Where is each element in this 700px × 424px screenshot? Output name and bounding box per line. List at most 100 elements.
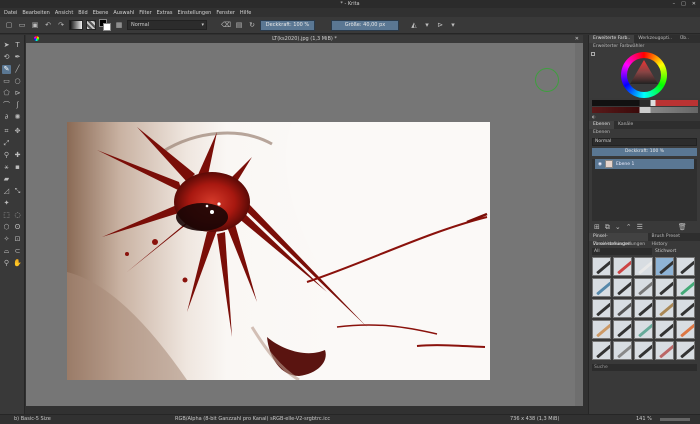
menu-filter[interactable]: Filter bbox=[139, 10, 151, 16]
tab-channels[interactable]: Kanäle bbox=[614, 121, 637, 129]
brush-preset-selected[interactable] bbox=[655, 257, 674, 276]
gradient-selector[interactable] bbox=[69, 20, 83, 30]
polyline-tool-icon[interactable]: ⊳ bbox=[13, 89, 22, 98]
brush-preset[interactable] bbox=[655, 320, 674, 339]
close-icon[interactable]: ✕ bbox=[692, 0, 696, 8]
brush-preset[interactable] bbox=[655, 299, 674, 318]
layer-row[interactable]: ◉ Ebene 1 bbox=[595, 159, 694, 169]
new-document-icon[interactable]: ▢ bbox=[4, 20, 14, 30]
layer-opacity-slider[interactable]: Deckkraft: 100 % bbox=[592, 148, 697, 156]
canvas-color-icon[interactable] bbox=[34, 36, 39, 41]
tab-brush-preset-history[interactable]: Brush Preset History bbox=[648, 233, 700, 247]
blend-mode-select[interactable]: Normal bbox=[127, 20, 207, 30]
mirror-dropdown-icon[interactable]: ▾ bbox=[422, 20, 432, 30]
preset-tag-label[interactable]: Stichwort bbox=[655, 248, 676, 255]
brush-preset[interactable] bbox=[613, 299, 632, 318]
crop-tool-icon[interactable]: ⌗ bbox=[2, 127, 11, 136]
brush-preset[interactable] bbox=[655, 341, 674, 360]
undo-icon[interactable]: ↶ bbox=[43, 20, 53, 30]
preset-search-input[interactable]: Suche bbox=[592, 364, 697, 371]
measure-tool-icon[interactable]: ◿ bbox=[2, 187, 11, 196]
brush-preset[interactable] bbox=[634, 320, 653, 339]
menu-ansicht[interactable]: Ansicht bbox=[55, 10, 73, 16]
freehand-select-tool-icon[interactable]: ʘ bbox=[13, 223, 22, 232]
brush-preset[interactable] bbox=[634, 257, 653, 276]
transform-tool-icon[interactable]: ⤢ bbox=[2, 139, 11, 148]
reload-preset-icon[interactable]: ↻ bbox=[247, 20, 257, 30]
color-reset-icon[interactable]: ◐ bbox=[589, 114, 700, 119]
brush-preset[interactable] bbox=[592, 278, 611, 297]
save-icon[interactable]: ▣ bbox=[30, 20, 40, 30]
edit-shape-tool-icon[interactable]: ⟲ bbox=[2, 53, 11, 62]
brush-preset[interactable] bbox=[634, 341, 653, 360]
menu-datei[interactable]: Datei bbox=[4, 10, 17, 16]
brush-preset[interactable] bbox=[613, 320, 632, 339]
polygon-tool-icon[interactable]: ⬠ bbox=[2, 89, 11, 98]
layer-blend-select[interactable]: Normal bbox=[592, 138, 697, 146]
menu-auswahl[interactable]: Auswahl bbox=[113, 10, 134, 16]
brush-preset[interactable] bbox=[676, 257, 695, 276]
maximize-icon[interactable]: □ bbox=[681, 0, 686, 8]
size-slider[interactable]: Größe: 40,00 px bbox=[331, 19, 399, 31]
brush-preset[interactable] bbox=[613, 257, 632, 276]
contiguous-select-tool-icon[interactable]: ✧ bbox=[2, 235, 11, 244]
brush-preset[interactable] bbox=[592, 257, 611, 276]
vertical-scrollbar[interactable] bbox=[575, 43, 583, 406]
menu-bearbeiten[interactable]: Bearbeiten bbox=[22, 10, 49, 16]
tab-brush-presets[interactable]: Pinsel-Voreinstellungen bbox=[589, 233, 648, 247]
close-document-icon[interactable]: ✕ bbox=[575, 35, 579, 43]
reference-tool-icon[interactable]: ⤡ bbox=[13, 187, 22, 196]
multibrush-tool-icon[interactable]: ✺ bbox=[13, 113, 22, 122]
similar-select-tool-icon[interactable]: ⊡ bbox=[13, 235, 22, 244]
pattern-selector[interactable] bbox=[86, 20, 96, 30]
smart-patch-tool-icon[interactable]: ✚ bbox=[13, 151, 22, 160]
preset-filter-select[interactable]: All bbox=[592, 248, 652, 255]
select-shape-tool-icon[interactable]: ➤ bbox=[2, 41, 11, 50]
brush-preset[interactable] bbox=[676, 341, 695, 360]
delete-layer-icon[interactable]: 🗑 bbox=[678, 223, 687, 231]
image-canvas[interactable] bbox=[67, 122, 490, 380]
move-layer-down-icon[interactable]: ⌄ bbox=[615, 223, 621, 231]
brush-preset[interactable] bbox=[634, 278, 653, 297]
color-wheel-area[interactable] bbox=[589, 50, 700, 98]
brush-preset-icon[interactable]: ▦ bbox=[114, 20, 124, 30]
mirror-vertical-dropdown-icon[interactable]: ▾ bbox=[448, 20, 458, 30]
status-zoom[interactable]: 141 % bbox=[636, 415, 652, 424]
menu-extras[interactable]: Extras bbox=[157, 10, 173, 16]
pattern-edit-tool-icon[interactable]: ✦ bbox=[2, 199, 11, 208]
color-history-palette[interactable] bbox=[589, 98, 700, 114]
tab-layers[interactable]: Ebenen bbox=[589, 121, 614, 129]
brush-preset[interactable] bbox=[592, 299, 611, 318]
opacity-slider[interactable]: Deckkraft: 100 % bbox=[260, 19, 315, 31]
ellipse-select-tool-icon[interactable]: ◌ bbox=[13, 211, 22, 220]
foreground-background-colors[interactable] bbox=[99, 19, 111, 31]
menu-einstellungen[interactable]: Einstellungen bbox=[177, 10, 211, 16]
menu-bild[interactable]: Bild bbox=[78, 10, 87, 16]
text-tool-icon[interactable]: T bbox=[13, 41, 22, 50]
freehand-path-tool-icon[interactable]: ʃ bbox=[13, 101, 22, 110]
menu-fenster[interactable]: Fenster bbox=[216, 10, 235, 16]
menu-ebene[interactable]: Ebene bbox=[93, 10, 109, 16]
tab-advanced-color-selector[interactable]: Erweiterte Farb.. bbox=[589, 35, 635, 43]
brush-preset[interactable] bbox=[613, 341, 632, 360]
menu-hilfe[interactable]: Hilfe bbox=[240, 10, 251, 16]
polygon-select-tool-icon[interactable]: ⬡ bbox=[2, 223, 11, 232]
gradient-tool-icon[interactable]: ▰ bbox=[2, 175, 11, 184]
brush-preset[interactable] bbox=[676, 278, 695, 297]
color-selector-settings-icon[interactable] bbox=[591, 52, 595, 56]
dynamic-brush-tool-icon[interactable]: ∂ bbox=[2, 113, 11, 122]
calligraphy-tool-icon[interactable]: ✒ bbox=[13, 53, 22, 62]
ellipse-tool-icon[interactable]: ○ bbox=[13, 77, 22, 86]
brush-preset[interactable] bbox=[634, 299, 653, 318]
visibility-eye-icon[interactable]: ◉ bbox=[598, 162, 602, 167]
duplicate-layer-icon[interactable]: ⧉ bbox=[605, 223, 610, 232]
bezier-select-tool-icon[interactable]: ⌓ bbox=[2, 247, 11, 256]
freehand-brush-tool-icon[interactable]: ✎ bbox=[2, 65, 11, 74]
mirror-vertical-icon[interactable]: ⊳ bbox=[435, 20, 445, 30]
brush-preset[interactable] bbox=[676, 299, 695, 318]
open-document-icon[interactable]: ▭ bbox=[17, 20, 27, 30]
brush-preset[interactable] bbox=[592, 320, 611, 339]
tab-overview[interactable]: Üb.. bbox=[676, 35, 693, 43]
zoom-slider[interactable] bbox=[660, 418, 690, 421]
line-tool-icon[interactable]: ╱ bbox=[13, 65, 22, 74]
